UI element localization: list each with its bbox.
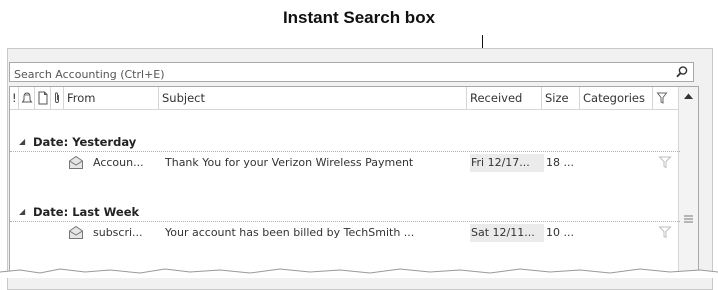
row-size: 18 ... <box>546 156 574 169</box>
row-from: Accoun... <box>93 156 144 169</box>
message-row[interactable]: Accoun... Thank You for your Verizon Wir… <box>10 153 680 173</box>
column-header-row: ! From Subject Received Size Categories <box>10 87 680 110</box>
envelope-opened-icon <box>69 155 83 169</box>
scroll-up-arrow-icon[interactable] <box>679 87 698 105</box>
paperclip-icon <box>55 92 59 103</box>
column-size[interactable]: Size <box>542 87 580 109</box>
row-received: Sat 12/11... <box>471 226 535 239</box>
group-label: Date: Last Week <box>33 205 140 219</box>
message-list: ! From Subject Received Size Categories <box>9 86 699 278</box>
collapse-triangle-icon[interactable]: ◢ <box>19 137 25 146</box>
group-header-last-week[interactable]: ◢ Date: Last Week <box>10 203 680 222</box>
column-attachment[interactable] <box>51 87 64 109</box>
group-header-yesterday[interactable]: ◢ Date: Yesterday <box>10 133 680 152</box>
envelope-opened-icon <box>69 225 83 239</box>
flag-icon[interactable] <box>658 225 672 239</box>
column-reminder[interactable] <box>19 87 35 109</box>
row-size: 10 ... <box>546 226 574 239</box>
flag-icon <box>656 92 668 104</box>
column-categories[interactable]: Categories <box>580 87 653 109</box>
message-row[interactable]: subscri... Your account has been billed … <box>10 223 680 243</box>
column-flag-status[interactable] <box>653 87 680 109</box>
search-icon[interactable] <box>674 64 690 80</box>
collapse-triangle-icon[interactable]: ◢ <box>19 207 25 216</box>
reminder-bell-icon <box>21 92 33 103</box>
torn-edge <box>0 268 718 278</box>
search-input[interactable] <box>10 65 664 84</box>
callout-label: Instant Search box <box>282 8 436 27</box>
document-icon <box>38 91 48 105</box>
column-received[interactable]: Received <box>467 87 542 109</box>
flag-icon[interactable] <box>658 155 672 169</box>
vertical-scrollbar[interactable] <box>678 87 698 277</box>
column-importance[interactable]: ! <box>10 87 19 109</box>
column-icon[interactable] <box>35 87 51 109</box>
scroll-grip-icon[interactable] <box>684 215 693 223</box>
column-from[interactable]: From <box>64 87 159 109</box>
row-from: subscri... <box>93 226 143 239</box>
group-label: Date: Yesterday <box>33 135 137 149</box>
column-subject[interactable]: Subject <box>159 87 467 109</box>
instant-search-box[interactable] <box>9 62 694 84</box>
row-subject: Thank You for your Verizon Wireless Paym… <box>165 156 414 169</box>
row-subject: Your account has been billed by TechSmit… <box>165 226 415 239</box>
row-received: Fri 12/17... <box>471 156 530 169</box>
